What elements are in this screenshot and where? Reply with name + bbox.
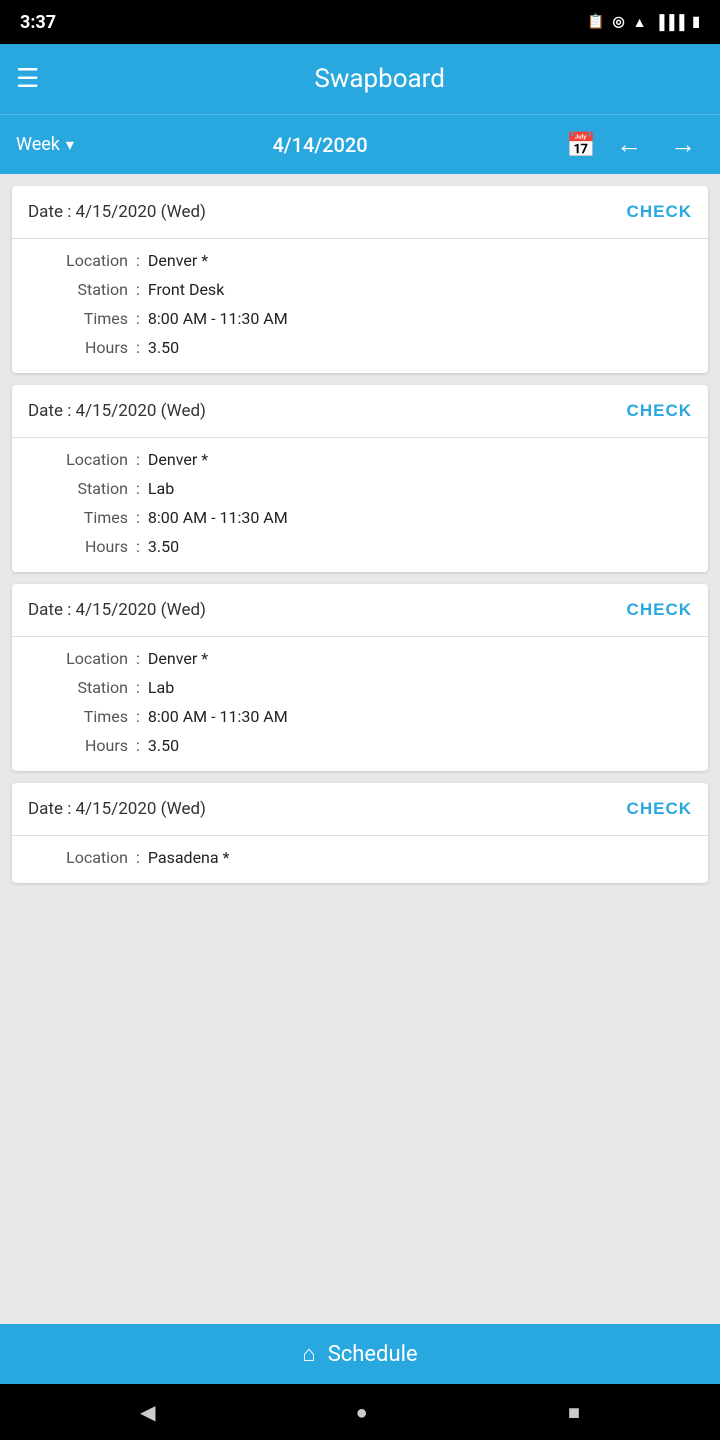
shift-details: Location : Denver * Station : Lab Times … bbox=[12, 438, 708, 572]
check-button[interactable]: CHECK bbox=[627, 799, 692, 819]
home-button[interactable]: ● bbox=[356, 1400, 368, 1425]
location-label: Location bbox=[28, 450, 128, 469]
prev-week-button[interactable]: ← bbox=[608, 125, 650, 164]
status-bar: 3:37 📋 ◎ ▲ ▐▐▐ ▮ bbox=[0, 0, 720, 44]
location-value: Denver * bbox=[148, 251, 208, 270]
shift-card: Date : 4/15/2020 (Wed) CHECK Location : … bbox=[12, 783, 708, 883]
schedule-nav-button[interactable]: ⌂ Schedule bbox=[0, 1324, 720, 1384]
times-value: 8:00 AM - 11:30 AM bbox=[148, 508, 288, 527]
station-row: Station : Lab bbox=[28, 678, 692, 697]
separator: : bbox=[136, 251, 140, 270]
shift-card-header: Date : 4/15/2020 (Wed) CHECK bbox=[12, 783, 708, 835]
station-label: Station bbox=[28, 479, 128, 498]
station-value: Lab bbox=[148, 479, 174, 498]
station-value: Lab bbox=[148, 678, 174, 697]
shift-details: Location : Pasadena * bbox=[12, 836, 708, 883]
chevron-down-icon: ▾ bbox=[66, 135, 74, 154]
back-button[interactable]: ◀ bbox=[140, 1400, 155, 1424]
separator: : bbox=[136, 848, 140, 867]
shift-card: Date : 4/15/2020 (Wed) CHECK Location : … bbox=[12, 385, 708, 572]
station-row: Station : Front Desk bbox=[28, 280, 692, 299]
shift-card: Date : 4/15/2020 (Wed) CHECK Location : … bbox=[12, 186, 708, 373]
station-value: Front Desk bbox=[148, 280, 224, 299]
hours-value: 3.50 bbox=[148, 537, 179, 556]
times-row: Times : 8:00 AM - 11:30 AM bbox=[28, 707, 692, 726]
location-label: Location bbox=[28, 251, 128, 270]
times-label: Times bbox=[28, 309, 128, 328]
signal-icon: ▐▐▐ bbox=[655, 14, 685, 31]
separator: : bbox=[136, 309, 140, 328]
android-nav-bar: ◀ ● ■ bbox=[0, 1384, 720, 1440]
calendar-icon[interactable]: 📅 bbox=[566, 131, 596, 159]
shift-card-header: Date : 4/15/2020 (Wed) CHECK bbox=[12, 186, 708, 238]
separator: : bbox=[136, 736, 140, 755]
times-value: 8:00 AM - 11:30 AM bbox=[148, 707, 288, 726]
hours-row: Hours : 3.50 bbox=[28, 537, 692, 556]
menu-button[interactable]: ☰ bbox=[16, 64, 39, 94]
separator: : bbox=[136, 338, 140, 357]
next-week-button[interactable]: → bbox=[662, 125, 704, 164]
station-label: Station bbox=[28, 678, 128, 697]
location-row: Location : Denver * bbox=[28, 450, 692, 469]
separator: : bbox=[136, 707, 140, 726]
shift-date: Date : 4/15/2020 (Wed) bbox=[28, 202, 206, 222]
check-button[interactable]: CHECK bbox=[627, 600, 692, 620]
hours-label: Hours bbox=[28, 537, 128, 556]
hours-row: Hours : 3.50 bbox=[28, 736, 692, 755]
station-row: Station : Lab bbox=[28, 479, 692, 498]
battery-icon: ▮ bbox=[692, 14, 700, 30]
status-time: 3:37 bbox=[20, 12, 56, 33]
week-selector[interactable]: Week ▾ bbox=[16, 134, 74, 155]
check-button[interactable]: CHECK bbox=[627, 401, 692, 421]
separator: : bbox=[136, 450, 140, 469]
hours-label: Hours bbox=[28, 338, 128, 357]
home-icon: ⌂ bbox=[302, 1341, 315, 1367]
shift-details: Location : Denver * Station : Lab Times … bbox=[12, 637, 708, 771]
shift-date: Date : 4/15/2020 (Wed) bbox=[28, 799, 206, 819]
recents-button[interactable]: ■ bbox=[568, 1400, 580, 1425]
location-value: Denver * bbox=[148, 450, 208, 469]
separator: : bbox=[136, 649, 140, 668]
times-label: Times bbox=[28, 707, 128, 726]
clipboard-icon: 📋 bbox=[587, 14, 604, 30]
hours-row: Hours : 3.50 bbox=[28, 338, 692, 357]
location-value: Pasadena * bbox=[148, 848, 230, 867]
station-label: Station bbox=[28, 280, 128, 299]
separator: : bbox=[136, 280, 140, 299]
times-row: Times : 8:00 AM - 11:30 AM bbox=[28, 309, 692, 328]
app-title: Swapboard bbox=[55, 64, 704, 94]
week-label: Week bbox=[16, 134, 60, 155]
header: ☰ Swapboard bbox=[0, 44, 720, 114]
hours-value: 3.50 bbox=[148, 338, 179, 357]
wifi-icon: ▲ bbox=[633, 14, 647, 31]
shift-date: Date : 4/15/2020 (Wed) bbox=[28, 600, 206, 620]
status-icons: 📋 ◎ ▲ ▐▐▐ ▮ bbox=[587, 14, 700, 31]
hours-value: 3.50 bbox=[148, 736, 179, 755]
separator: : bbox=[136, 678, 140, 697]
date-display: 4/14/2020 bbox=[86, 133, 554, 157]
location-row: Location : Denver * bbox=[28, 649, 692, 668]
shifts-list: Date : 4/15/2020 (Wed) CHECK Location : … bbox=[0, 174, 720, 1324]
hours-label: Hours bbox=[28, 736, 128, 755]
check-button[interactable]: CHECK bbox=[627, 202, 692, 222]
shift-details: Location : Denver * Station : Front Desk… bbox=[12, 239, 708, 373]
separator: : bbox=[136, 508, 140, 527]
location-label: Location bbox=[28, 649, 128, 668]
shift-card-header: Date : 4/15/2020 (Wed) CHECK bbox=[12, 584, 708, 636]
times-value: 8:00 AM - 11:30 AM bbox=[148, 309, 288, 328]
times-label: Times bbox=[28, 508, 128, 527]
location-value: Denver * bbox=[148, 649, 208, 668]
shift-card: Date : 4/15/2020 (Wed) CHECK Location : … bbox=[12, 584, 708, 771]
times-row: Times : 8:00 AM - 11:30 AM bbox=[28, 508, 692, 527]
toolbar: Week ▾ 4/14/2020 📅 ← → bbox=[0, 114, 720, 174]
location-row: Location : Denver * bbox=[28, 251, 692, 270]
separator: : bbox=[136, 537, 140, 556]
location-label: Location bbox=[28, 848, 128, 867]
schedule-nav-label: Schedule bbox=[328, 1342, 418, 1367]
shift-date: Date : 4/15/2020 (Wed) bbox=[28, 401, 206, 421]
separator: : bbox=[136, 479, 140, 498]
shift-card-header: Date : 4/15/2020 (Wed) CHECK bbox=[12, 385, 708, 437]
location-row: Location : Pasadena * bbox=[28, 848, 692, 867]
at-icon: ◎ bbox=[612, 14, 624, 30]
